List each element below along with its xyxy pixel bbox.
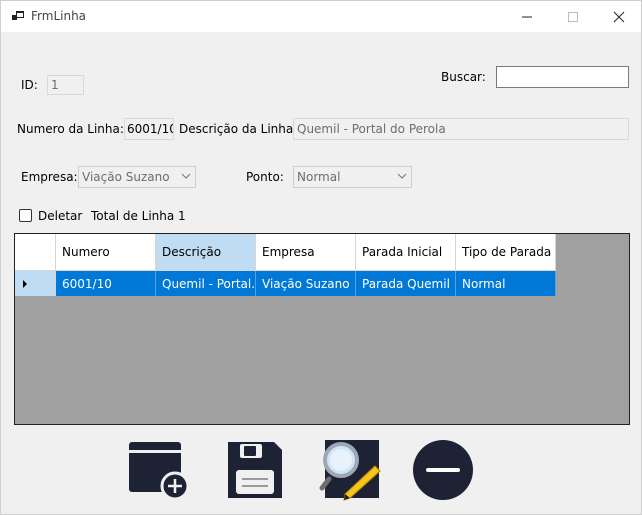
close-icon (613, 11, 625, 22)
table-cell-descricao[interactable]: Quemil - Portal... (156, 271, 256, 296)
descricao-field[interactable]: Quemil - Portal do Perola (293, 118, 629, 140)
minimize-button[interactable] (504, 1, 550, 32)
table-cell-tipo-parada[interactable]: Normal (456, 271, 556, 296)
deletar-label: Deletar (38, 209, 83, 223)
maximize-button[interactable] (550, 1, 596, 32)
chevron-down-icon (397, 173, 407, 179)
column-header-parada-inicial[interactable]: Parada Inicial (356, 234, 456, 271)
ponto-label: Ponto: (246, 170, 284, 184)
search-edit-icon[interactable] (319, 438, 383, 502)
current-row-arrow-icon (23, 279, 27, 288)
buscar-label: Buscar: (441, 70, 486, 84)
column-header-numero[interactable]: Numero (56, 234, 156, 271)
new-record-icon[interactable] (125, 438, 189, 502)
linhas-grid[interactable]: Numero Descrição Empresa Parada Inicial … (14, 233, 630, 425)
column-header-descricao[interactable]: Descrição (156, 234, 256, 271)
empresa-select[interactable]: Viação Suzano (78, 166, 196, 188)
total-linha-label: Total de Linha 1 (91, 209, 186, 223)
frm-linha-window: FrmLinha ID: 1 Buscar: Numero da Linha: … (0, 0, 642, 515)
ponto-select[interactable]: Normal (293, 166, 412, 188)
column-header-tipo-parada[interactable]: Tipo de Parada (456, 234, 556, 271)
row-header-current[interactable] (15, 271, 56, 296)
id-label: ID: (21, 78, 38, 92)
id-field[interactable]: 1 (47, 75, 84, 95)
numero-field[interactable]: 6001/10 (124, 118, 174, 140)
column-header-empresa[interactable]: Empresa (256, 234, 356, 271)
empresa-selected-value: Viação Suzano (82, 170, 170, 184)
minimize-icon (522, 16, 532, 17)
numero-label: Numero da Linha: (17, 122, 124, 136)
descricao-label: Descrição da Linha: (179, 122, 298, 136)
save-icon[interactable] (222, 438, 286, 502)
table-cell-numero[interactable]: 6001/10 (56, 271, 156, 296)
app-icon (12, 11, 24, 20)
table-cell-empresa[interactable]: Viação Suzano (256, 271, 356, 296)
chevron-down-icon (181, 173, 191, 179)
remove-icon[interactable] (411, 438, 475, 502)
buscar-input[interactable] (496, 66, 629, 88)
table-cell-parada-inicial[interactable]: Parada Quemil (356, 271, 456, 296)
close-button[interactable] (596, 1, 642, 32)
window-title: FrmLinha (31, 9, 87, 23)
maximize-icon (568, 11, 578, 22)
grid-corner-header (15, 234, 56, 271)
empresa-label: Empresa: (21, 170, 78, 184)
deletar-checkbox[interactable] (19, 209, 32, 222)
title-bar[interactable]: FrmLinha (1, 1, 641, 32)
ponto-selected-value: Normal (297, 170, 341, 184)
